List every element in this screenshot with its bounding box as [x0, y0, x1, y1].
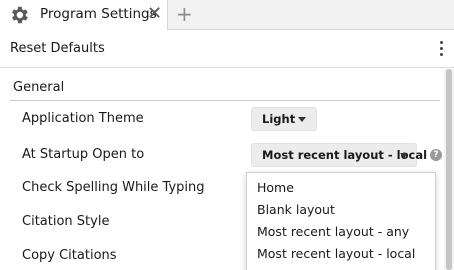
tab-bar: Program Settings ✕ + — [0, 0, 454, 30]
section-title: General — [13, 80, 65, 95]
dropdown-option-recent-any[interactable]: Most recent layout - any — [257, 224, 409, 239]
scrollbar-thumb[interactable] — [446, 69, 452, 270]
help-icon[interactable]: ? — [430, 149, 442, 161]
check-spelling-label: Check Spelling While Typing — [22, 180, 205, 195]
copy-citations-label: Copy Citations — [22, 248, 117, 263]
chevron-down-icon — [400, 153, 408, 158]
more-vertical-icon[interactable] — [438, 41, 444, 59]
chevron-down-icon — [298, 117, 306, 122]
startup-open-label: At Startup Open to — [22, 147, 145, 162]
scrollbar[interactable] — [444, 69, 454, 270]
tab-program-settings[interactable]: Program Settings ✕ — [0, 0, 168, 30]
dropdown-option-home[interactable]: Home — [257, 180, 294, 195]
close-icon[interactable]: ✕ — [147, 3, 162, 25]
reset-defaults-button[interactable]: Reset Defaults — [10, 41, 105, 56]
gear-icon — [12, 6, 28, 24]
dropdown-option-recent-local[interactable]: Most recent layout - local — [257, 246, 415, 261]
application-theme-label: Application Theme — [22, 111, 144, 126]
application-theme-value: Light — [262, 112, 296, 126]
citation-style-label: Citation Style — [22, 214, 110, 229]
tab-title: Program Settings — [40, 6, 157, 22]
add-tab-icon[interactable]: + — [176, 2, 193, 26]
startup-open-dropdown: Home Blank layout Most recent layout - a… — [246, 172, 436, 270]
section-header: General — [10, 79, 440, 101]
startup-open-select[interactable]: Most recent layout - local — [251, 143, 427, 167]
application-theme-select[interactable]: Light — [251, 107, 317, 131]
dropdown-option-blank-layout[interactable]: Blank layout — [257, 202, 335, 217]
toolbar: Reset Defaults — [0, 31, 454, 68]
